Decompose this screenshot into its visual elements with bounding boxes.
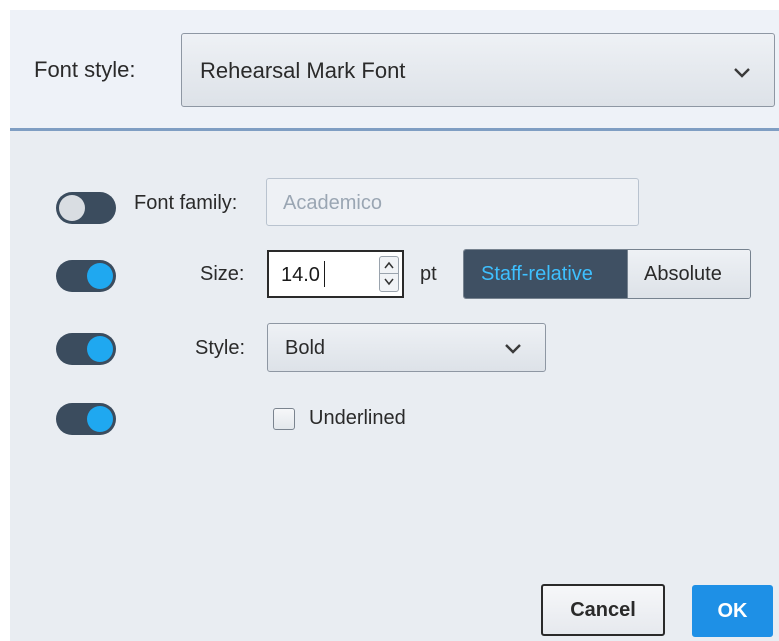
cancel-button-label: Cancel	[570, 599, 636, 621]
ok-button[interactable]: OK	[692, 585, 773, 637]
size-override-toggle[interactable]	[56, 260, 116, 292]
font-family-input[interactable]: Academico	[266, 178, 639, 226]
toggle-knob	[87, 406, 113, 432]
font-family-placeholder: Academico	[283, 192, 382, 214]
stepper-divider	[380, 273, 398, 274]
style-dropdown[interactable]: Bold	[267, 323, 546, 372]
absolute-label: Absolute	[644, 263, 722, 285]
style-label: Style:	[195, 337, 246, 359]
chevron-down-icon[interactable]	[383, 278, 395, 286]
text-cursor	[324, 261, 325, 287]
ok-button-label: OK	[717, 600, 748, 622]
font-style-label: Font style:	[34, 57, 136, 82]
toggle-knob	[87, 336, 113, 362]
cancel-button[interactable]: Cancel	[541, 584, 665, 636]
font-family-label: Font family:	[134, 192, 238, 214]
font-family-override-toggle[interactable]	[56, 192, 116, 224]
size-unit: pt	[420, 263, 437, 285]
underlined-checkbox[interactable]	[273, 408, 295, 430]
style-value: Bold	[285, 337, 326, 359]
absolute-option[interactable]: Absolute	[627, 250, 750, 298]
font-style-value: Rehearsal Mark Font	[200, 58, 406, 83]
toggle-knob	[87, 263, 113, 289]
staff-relative-label: Staff-relative	[481, 263, 593, 285]
underlined-label: Underlined	[309, 407, 406, 429]
chevron-up-icon[interactable]	[383, 261, 395, 269]
font-style-dropdown[interactable]: Rehearsal Mark Font	[181, 33, 775, 107]
toggle-knob	[59, 195, 85, 221]
chevron-down-icon	[505, 344, 521, 354]
staff-relative-option[interactable]: Staff-relative	[464, 250, 627, 298]
chevron-down-icon	[734, 68, 750, 78]
underline-override-toggle[interactable]	[56, 403, 116, 435]
size-stepper[interactable]	[379, 256, 399, 292]
size-label: Size:	[200, 263, 245, 285]
style-override-toggle[interactable]	[56, 333, 116, 365]
size-mode-segmented-control: Staff-relative Absolute	[463, 249, 751, 299]
size-value: 14.0	[281, 264, 320, 286]
size-input[interactable]: 14.0	[267, 250, 404, 298]
